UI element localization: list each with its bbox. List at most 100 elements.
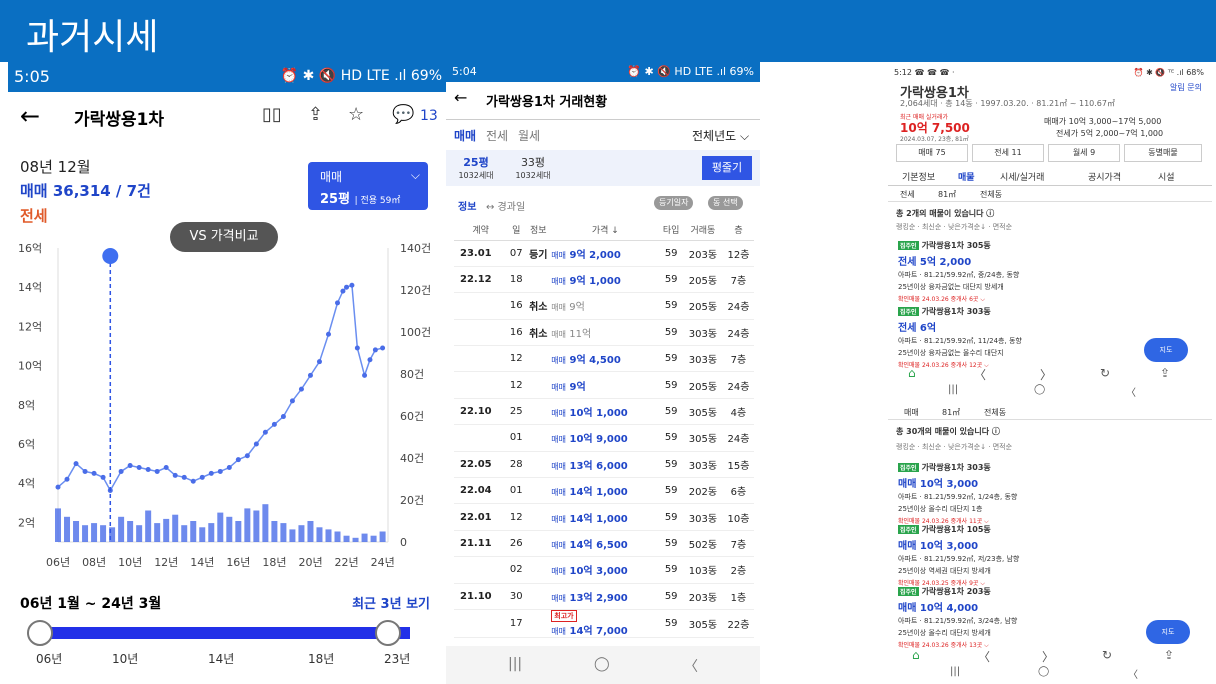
tab-basic-info[interactable]: 기본정보 (902, 170, 935, 183)
status-time: 5:05 (14, 67, 50, 86)
map-icon[interactable]: ▯▯ (262, 104, 282, 125)
listing-card[interactable]: 집주인 가락쌍용1차 203동 매매 10억 4,000 아파트 · 81.21/59… (898, 586, 1138, 650)
share-icon[interactable]: ⇪ (308, 104, 323, 125)
recent-apps-button[interactable]: ||| (948, 384, 958, 395)
price-point (307, 372, 313, 378)
cell-contract (454, 319, 508, 347)
listing-card[interactable]: 집주인 가락쌍용1차 303동 매매 10억 3,000 아파트 · 81.21/59… (898, 462, 1138, 526)
chat-count: 13 (420, 108, 438, 124)
chat-icon[interactable]: 💬 (392, 104, 414, 125)
x-tick-label: 22년 (335, 556, 359, 569)
system-back-button[interactable]: 〈 (1126, 384, 1136, 399)
system-back-button[interactable]: 〈 (1128, 666, 1138, 681)
chip-by-dong[interactable]: 동별매물 (1124, 144, 1202, 162)
cell-info: 취소 (525, 319, 552, 347)
chip-monthly[interactable]: 월세 9 (1048, 144, 1120, 162)
table-row[interactable]: 12 매매 9억 4,500 59 303동 7층 (454, 345, 754, 373)
refresh-icon[interactable]: ↻ (1102, 648, 1112, 662)
home-icon[interactable]: ⌂ (912, 648, 920, 662)
filter-deal-2[interactable]: 매매 (904, 407, 919, 418)
table-row[interactable]: 16 취소 매매 11억 59 303동 24층 (454, 319, 754, 347)
table-row[interactable]: 22.12 18 매매 9억 1,000 59 205동 7층 (454, 266, 754, 294)
map-fab-2[interactable]: 지도 (1146, 620, 1190, 644)
tab-jeonse[interactable]: 전세 (486, 127, 508, 144)
back-icon[interactable]: 〈 (978, 648, 990, 665)
dong-select-pill[interactable]: 동 선택 (708, 196, 743, 210)
filter-deal[interactable]: 전세 (900, 189, 915, 200)
price-point (349, 282, 355, 288)
chip-jeonse[interactable]: 전세 11 (972, 144, 1044, 162)
table-row[interactable]: 22.04 01 매매 14억 1,000 59 202동 6층 (454, 477, 754, 505)
table-row[interactable]: 21.10 30 매매 13억 2,900 59 203동 1층 (454, 583, 754, 610)
star-icon[interactable]: ☆ (348, 104, 364, 125)
price-point (145, 466, 151, 472)
deal-kind: 매매 (551, 409, 567, 419)
listing-card[interactable]: 집주인 가락쌍용1차 305동 전세 5억 2,000 아파트 · 81.21/59.… (898, 240, 1138, 304)
table-row[interactable]: 21.11 26 매매 14억 6,500 59 502동 7층 (454, 530, 754, 558)
filter-area-2[interactable]: 81㎡ (942, 407, 960, 418)
jeonse-toggle[interactable]: 전세 (20, 205, 48, 226)
tab-sale[interactable]: 매매 (454, 127, 476, 144)
range-slider-track[interactable] (40, 627, 410, 639)
back-arrow-icon[interactable]: ← (454, 88, 467, 107)
table-row[interactable]: 22.10 25 매매 10억 1,000 59 305동 4층 (454, 398, 754, 426)
year-filter-dropdown[interactable]: 전체년도 ⌵ (692, 127, 749, 144)
size-tab-33[interactable]: 33평 1032세대 (508, 154, 558, 181)
table-row[interactable]: 23.01 07 등기 매매 9억 2,000 59 203동 12층 (454, 240, 754, 267)
tab-monthly[interactable]: 월세 (518, 127, 540, 144)
table-row[interactable]: 16 취소 매매 9억 59 205동 24층 (454, 292, 754, 320)
home-button[interactable]: ◯ (1034, 384, 1045, 395)
deal-kind: 매매 (551, 626, 567, 636)
home-icon[interactable]: ⌂ (908, 366, 916, 380)
forward-icon[interactable]: 〉 (1042, 648, 1054, 665)
col-price[interactable]: 가격 ↓ (551, 220, 660, 241)
chip-sale[interactable]: 매매 75 (896, 144, 968, 162)
listing-card[interactable]: 집주인 가락쌍용1차 105동 매매 10억 3,000 아파트 · 81.21/59… (898, 524, 1138, 588)
home-button[interactable]: ◯ (594, 656, 610, 672)
system-back-button[interactable]: 〈 (684, 656, 698, 676)
table-row[interactable]: 22.01 12 매매 14억 1,000 59 303동 10층 (454, 503, 754, 531)
refresh-icon[interactable]: ↻ (1100, 366, 1110, 380)
listing-verified[interactable]: 확인매물 24.03.26 중개사 6곳 ⌵ (898, 294, 1138, 304)
registration-date-pill[interactable]: 등기일자 (654, 196, 694, 210)
recent-apps-button[interactable]: ||| (950, 666, 960, 677)
listing-card[interactable]: 집주인 가락쌍용1차 303동 전세 6억 아파트 · 81.21/59.92㎡, 1… (898, 306, 1138, 370)
recent-apps-button[interactable]: ||| (508, 656, 522, 672)
info-toggle[interactable]: 정보 (458, 198, 476, 213)
filter-area[interactable]: 81㎡ (938, 189, 956, 200)
table-row[interactable]: 12 매매 9억 59 205동 24층 (454, 371, 754, 399)
cell-day: 28 (507, 451, 526, 479)
deal-kind: 매매 (551, 593, 567, 603)
volume-bar (226, 516, 233, 542)
price-chart[interactable]: 2억 4억 6억 8억 10억 12억 14억 16억 0 20건 40건 60건 80건 100건 120… (8, 240, 448, 580)
sort-options-2[interactable]: 랭킹순 · 최신순 · 낮은가격순↓ · 면적순 (896, 442, 1012, 452)
back-icon[interactable]: 〈 (974, 366, 986, 383)
share-icon[interactable]: ⇪ (1164, 648, 1174, 662)
range-slider-end-handle[interactable] (374, 620, 401, 646)
col-info: 정보 (525, 220, 552, 241)
range-slider-start-handle[interactable] (27, 620, 53, 646)
alert-inquiry-links[interactable]: 알림 문의 (1170, 82, 1202, 93)
filter-dong-2[interactable]: 전체동 (984, 407, 1006, 418)
tab-facilities[interactable]: 시설 (1158, 170, 1175, 183)
type-size-selector[interactable]: 매매 ⌵ 25평 | 전용 59㎡ (308, 162, 428, 210)
table-row[interactable]: 22.05 28 매매 13억 6,000 59 303동 15층 (454, 451, 754, 479)
share-icon[interactable]: ⇪ (1160, 366, 1170, 380)
recent-3y-button[interactable]: 최근 3년 보기 (352, 593, 430, 612)
tab-public-price[interactable]: 공시가격 (1088, 170, 1121, 183)
back-arrow-icon[interactable]: ← (20, 102, 40, 130)
forward-icon[interactable]: 〉 (1040, 366, 1052, 383)
filter-dong[interactable]: 전체동 (980, 189, 1002, 200)
tab-listings[interactable]: 매물 (958, 170, 975, 183)
table-row[interactable]: 17 최고가 매매 14억 7,000 59 305동 22층 (454, 609, 754, 638)
home-button[interactable]: ◯ (1038, 666, 1049, 677)
pyeong-button[interactable]: 평줄기 (702, 156, 752, 180)
sort-options[interactable]: 랭킹순 · 최신순 · 낮은가격순↓ · 면적순 (896, 222, 1012, 232)
elapsed-toggle[interactable]: ↔ 경과일 (486, 198, 525, 213)
table-row[interactable]: 02 매매 10억 3,000 59 103동 2층 (454, 556, 754, 584)
price-point (271, 421, 277, 427)
tab-market[interactable]: 시세/실거래 (1000, 170, 1044, 183)
table-row[interactable]: 01 매매 10억 9,000 59 305동 24층 (454, 424, 754, 452)
size-tab-25[interactable]: 25평 1032세대 (456, 154, 496, 181)
map-fab[interactable]: 지도 (1144, 338, 1188, 362)
